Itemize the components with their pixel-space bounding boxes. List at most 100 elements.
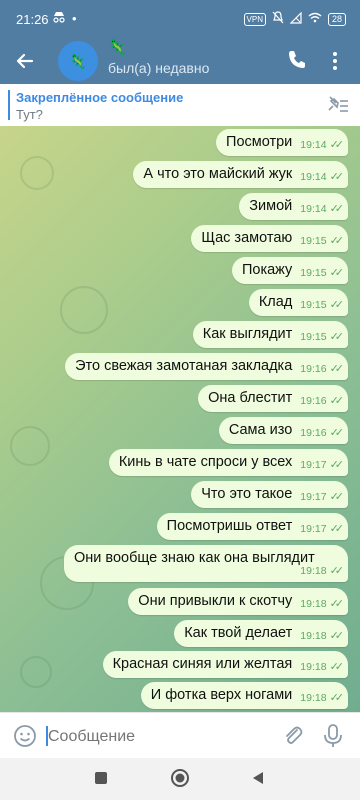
- message-time: 19:16: [300, 427, 327, 439]
- message-meta: 19:16 ✓✓: [300, 362, 344, 375]
- emoji-icon[interactable]: [12, 723, 38, 749]
- message-time: 19:18: [300, 630, 327, 642]
- wallpaper-doodle: [20, 656, 52, 688]
- message-meta: 19:18 ✓✓: [300, 660, 344, 673]
- back-arrow-icon[interactable]: [12, 48, 38, 74]
- message-meta: 19:17 ✓✓: [300, 522, 345, 535]
- chat-header: 🦎 🦎 был(а) недавно: [0, 38, 360, 84]
- status-bar: 21:26 • VPN 28: [0, 0, 360, 38]
- message-text: И фотка верх ногами: [150, 687, 293, 703]
- message-input[interactable]: [46, 725, 250, 749]
- home-circle-icon[interactable]: [170, 768, 190, 793]
- avatar[interactable]: 🦎: [58, 41, 98, 81]
- message-time: 19:16: [300, 363, 327, 375]
- message-meta: 19:14 ✓✓: [300, 170, 345, 183]
- message-meta: 19:16 ✓✓: [300, 394, 345, 407]
- double-check-icon: ✓✓: [329, 171, 345, 183]
- double-check-icon: ✓✓: [329, 331, 345, 343]
- message-bubble[interactable]: Сама изо 19:16 ✓✓: [218, 417, 348, 444]
- message-time: 19:18: [300, 692, 327, 704]
- message-text: Щас замотаю: [201, 230, 293, 246]
- message-text: Кинь в чате спроси у всех: [118, 454, 293, 470]
- message-bubble[interactable]: Как твой делает 19:18 ✓✓: [174, 620, 348, 647]
- vpn-badge: VPN: [243, 12, 266, 26]
- wifi-icon: [308, 12, 322, 26]
- message-text: Это свежая замотаная закладка: [75, 358, 293, 374]
- double-check-icon: ✓✓: [329, 395, 345, 407]
- message-time: 19:18: [300, 661, 327, 673]
- message-bubble[interactable]: Это свежая замотаная закладка 19:16 ✓✓: [65, 353, 348, 380]
- message-text: Как твой делает: [184, 625, 293, 641]
- microphone-icon[interactable]: [320, 722, 346, 750]
- message-meta: 19:18 ✓✓: [300, 691, 345, 704]
- message-bubble[interactable]: Щас замотаю 19:15 ✓✓: [191, 225, 348, 252]
- message-bubble[interactable]: Посмотри 19:14 ✓✓: [216, 129, 348, 156]
- double-check-icon: ✓✓: [329, 299, 345, 311]
- status-right-icons: VPN 28: [243, 11, 346, 27]
- status-left-icons: •: [52, 11, 77, 26]
- message-time: 19:17: [300, 459, 327, 471]
- message-text: Клад: [258, 294, 293, 310]
- incognito-icon: [52, 11, 66, 26]
- double-check-icon: ✓✓: [329, 491, 345, 503]
- phone-icon[interactable]: [286, 48, 308, 70]
- message-bubble[interactable]: И фотка верх ногами 19:18 ✓✓: [140, 682, 348, 709]
- pinned-list-icon[interactable]: [326, 94, 350, 116]
- attach-paperclip-icon[interactable]: [280, 723, 306, 749]
- message-time: 19:15: [300, 299, 327, 311]
- message-bubble[interactable]: Красная синяя или желтая 19:18 ✓✓: [102, 651, 348, 678]
- message-time: 19:17: [300, 491, 327, 503]
- double-check-icon: ✓✓: [329, 267, 345, 279]
- pinned-message-bar[interactable]: Закреплённое сообщение Тут?: [0, 84, 360, 127]
- message-bubble[interactable]: Они вообще знаю как она выглядит 19:18 ✓✓: [64, 545, 348, 582]
- wallpaper-doodle: [20, 156, 54, 190]
- message-meta: 19:15 ✓✓: [300, 266, 345, 279]
- message-meta: 19:18 ✓✓: [300, 629, 345, 642]
- recents-square-icon[interactable]: [93, 770, 109, 791]
- double-check-icon: ✓✓: [329, 598, 345, 610]
- system-nav-bar: [0, 758, 360, 800]
- message-text: Покажу: [241, 262, 293, 278]
- double-check-icon: ✓✓: [329, 427, 345, 439]
- message-time: 19:15: [300, 267, 327, 279]
- message-time: 19:16: [300, 395, 327, 407]
- mute-bell-icon: [272, 11, 284, 27]
- message-text: Красная синяя или желтая: [112, 656, 293, 672]
- message-text: А что это майский жук: [143, 166, 293, 182]
- wallpaper-doodle: [10, 426, 50, 466]
- message-bubble[interactable]: Посмотришь ответ 19:17 ✓✓: [156, 513, 348, 540]
- double-check-icon: ✓✓: [329, 523, 345, 535]
- chat-messages-area[interactable]: Посмотри 19:14 ✓✓ А что это майский жук 19:…: [0, 126, 360, 712]
- message-bubble[interactable]: Как выглядит 19:15 ✓✓: [192, 321, 348, 348]
- battery-indicator: 28: [327, 12, 346, 26]
- double-check-icon: ✓✓: [329, 630, 345, 642]
- message-bubble[interactable]: Покажу 19:15 ✓✓: [231, 257, 348, 284]
- chat-title[interactable]: 🦎: [108, 38, 127, 56]
- message-bubble[interactable]: Клад 19:15 ✓✓: [248, 289, 348, 316]
- pinned-accent-bar: [8, 90, 10, 120]
- message-time: 19:14: [300, 139, 327, 151]
- message-bubble[interactable]: Они привыкли к скотчу 19:18 ✓✓: [128, 588, 348, 615]
- double-check-icon: ✓✓: [329, 235, 345, 247]
- message-text: Сама изо: [228, 422, 293, 438]
- message-bubble[interactable]: Что это такое 19:17 ✓✓: [191, 481, 348, 508]
- message-meta: 19:18 ✓✓: [300, 597, 345, 610]
- back-triangle-icon[interactable]: [250, 770, 266, 791]
- message-text: Посмотри: [226, 134, 293, 150]
- message-meta: 19:14 ✓✓: [300, 138, 344, 151]
- notification-dot-icon: •: [72, 11, 77, 26]
- message-bubble[interactable]: Зимой 19:14 ✓✓: [239, 193, 348, 220]
- message-bubble[interactable]: Она блестит 19:16 ✓✓: [198, 385, 348, 412]
- pinned-text: Тут?: [16, 107, 43, 122]
- message-time: 19:18: [300, 598, 327, 610]
- message-bubble[interactable]: Кинь в чате спроси у всех 19:17 ✓✓: [108, 449, 348, 476]
- message-time: 19:14: [300, 203, 327, 215]
- message-text: Они привыкли к скотчу: [138, 593, 293, 609]
- signal-off-icon: [289, 11, 302, 27]
- message-text: Зимой: [249, 198, 293, 214]
- double-check-icon: ✓✓: [329, 692, 345, 704]
- more-menu-icon[interactable]: [324, 48, 346, 74]
- message-meta: 19:17 ✓✓: [300, 490, 345, 503]
- message-bubble[interactable]: А что это майский жук 19:14 ✓✓: [133, 161, 348, 188]
- last-seen-status: был(а) недавно: [108, 60, 210, 76]
